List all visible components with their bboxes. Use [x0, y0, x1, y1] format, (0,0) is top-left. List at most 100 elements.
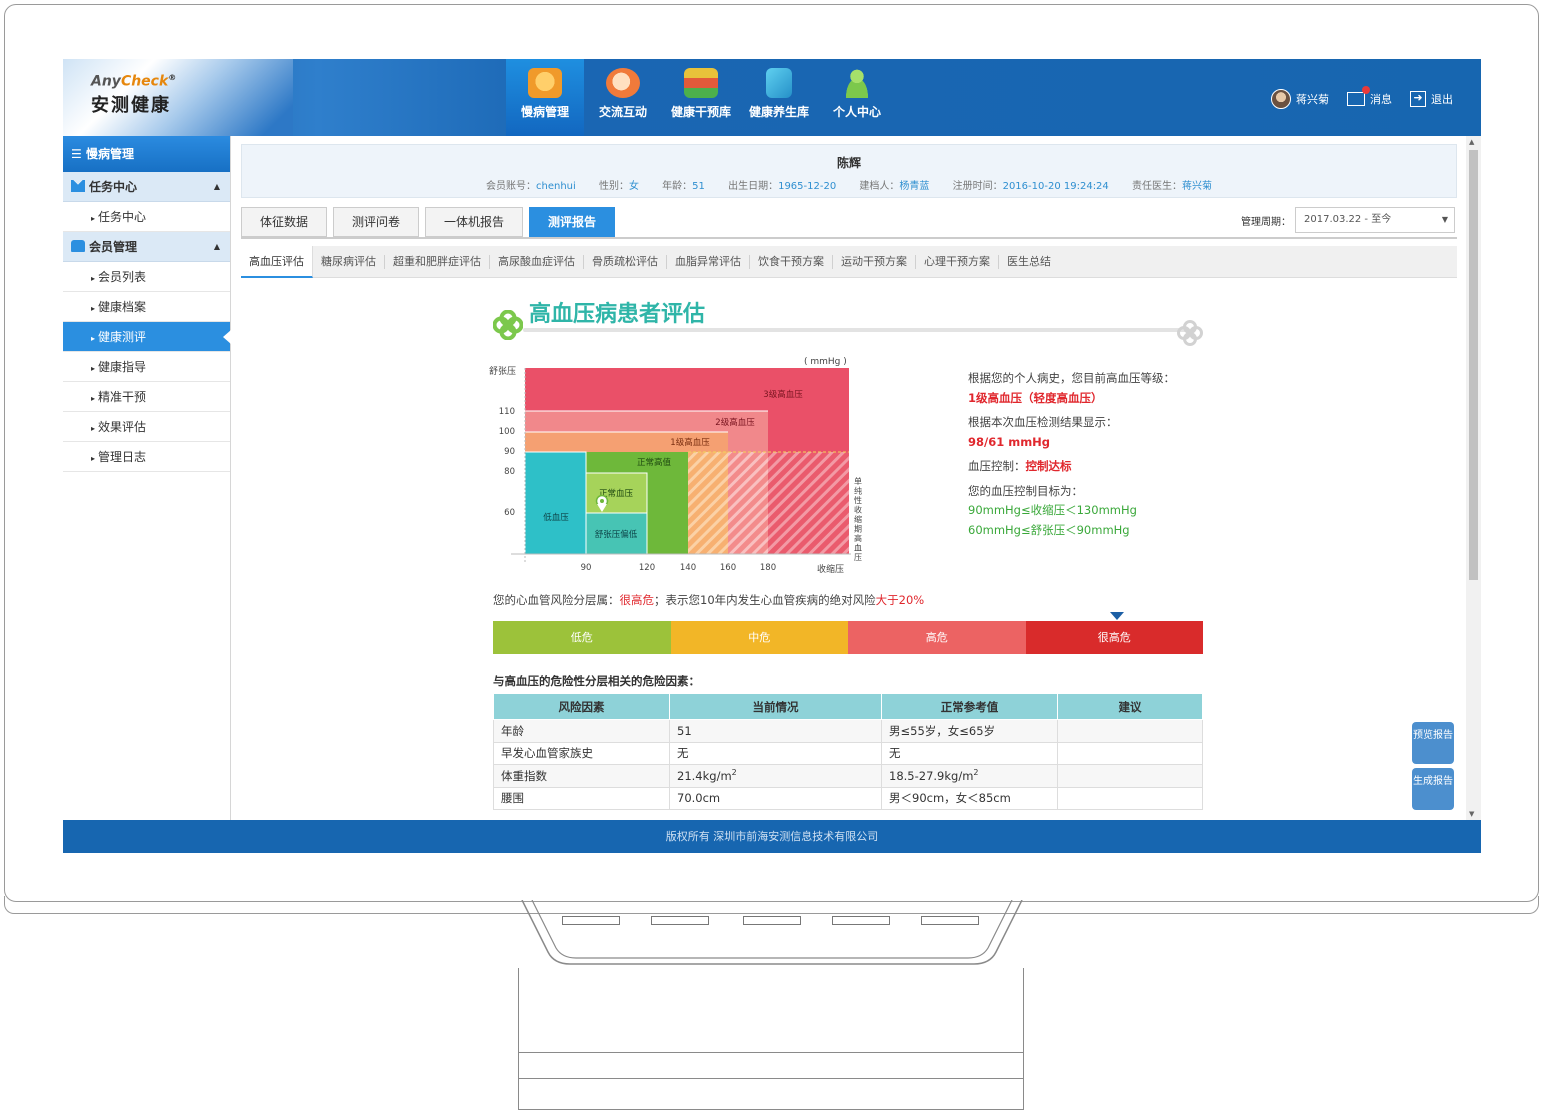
subtab-doctor-summary[interactable]: 医生总结	[999, 255, 1059, 269]
tab-questionnaire[interactable]: 测评问卷	[333, 207, 420, 237]
member-details: 会员账号：chenhui 性别：女 年龄：51 出生日期：1965-12-20 …	[486, 181, 1212, 192]
member-info: 陈辉 会员账号：chenhui 性别：女 年龄：51 出生日期：1965-12-…	[241, 144, 1457, 198]
y-tick-label: 90	[504, 447, 515, 457]
bp-classification-chart: ( mmHg ) 舒张压 收缩压 90 120 140 160 180 110 100 90 80 60…	[489, 352, 879, 582]
tab-kiosk-report[interactable]: 一体机报告	[425, 207, 524, 237]
risk-bar: 低危 中危 高危 很高危	[493, 621, 1203, 654]
period-select[interactable]: 2017.03.22 - 至今 ▼	[1295, 207, 1455, 233]
report-tabs: 体征数据 测评问卷 一体机报告 测评报告	[241, 207, 616, 237]
subtab-diabetes[interactable]: 糖尿病评估	[313, 254, 385, 269]
zone-isolated-systolic-3	[768, 452, 849, 554]
scroll-down-icon[interactable]: ▼	[1469, 810, 1474, 818]
sidebar-title[interactable]: ☰ 慢病管理	[63, 136, 230, 172]
bezel-slot	[651, 916, 709, 925]
bezel-slot	[743, 916, 801, 925]
zone-isolated-systolic-1	[688, 452, 728, 554]
risk-medium: 中危	[670, 621, 848, 654]
zone-label-isolated-systolic: 收	[854, 505, 862, 515]
bp-control-status: 控制达标	[1025, 459, 1072, 473]
subtab-psychology-plan[interactable]: 心理干预方案	[916, 254, 999, 269]
zone-label-isolated-systolic: 单	[854, 476, 862, 486]
x-tick-label: 120	[639, 563, 655, 573]
risk-summary: 您的心血管风险分层属：很高危；表示您10年内发生心血管疾病的绝对风险大于20%	[493, 593, 925, 607]
bezel-slot	[832, 916, 890, 925]
hypertension-grade: 1级高血压（轻度高血压）	[968, 390, 1103, 405]
member-name: 陈辉	[836, 156, 861, 170]
nav-chronic-disease[interactable]: 慢病管理	[506, 59, 584, 136]
tab-vital-signs[interactable]: 体征数据	[241, 207, 328, 237]
user-toolbar: 蒋兴菊 消息 ➜ 退出	[1271, 86, 1453, 109]
logo-cn: 安测健康	[91, 95, 171, 116]
table-row: 体重指数 21.4kg/m2 18.5-27.9kg/m2	[493, 764, 1203, 788]
sidebar-item-precise-intervention[interactable]: ▸ 精准干预	[63, 382, 230, 412]
management-period: 管理周期： 2017.03.22 - 至今 ▼	[1241, 207, 1455, 233]
sidebar-item-member-list[interactable]: ▸ 会员列表	[63, 262, 230, 292]
tab-assessment-report[interactable]: 测评报告	[529, 207, 616, 237]
bp-reading: 98/61 mmHg	[968, 434, 1051, 449]
main-content: 陈辉 会员账号：chenhui 性别：女 年龄：51 出生日期：1965-12-…	[239, 144, 1457, 820]
user-profile[interactable]: 蒋兴菊	[1271, 89, 1329, 109]
risk-low: 低危	[493, 621, 671, 654]
books-icon	[684, 68, 718, 98]
assessment-advice: 根据您的个人病史，您目前高血压等级： 1级高血压（轻度高血压） 根据本次血压检测…	[968, 369, 1228, 540]
x-tick-label: 160	[720, 563, 736, 573]
dropdown-arrow-icon: ▼	[1441, 215, 1448, 224]
table-row: 早发心血管家族史 无 无	[493, 741, 1203, 765]
scroll-up-icon[interactable]: ▲	[1469, 138, 1474, 146]
nav-communication[interactable]: 交流互动	[584, 59, 662, 136]
subtab-hypertension[interactable]: 高血压评估	[241, 245, 313, 278]
nav-personal-center[interactable]: 个人中心	[818, 59, 896, 136]
scroll-thumb[interactable]	[1469, 150, 1478, 580]
zone-label-grade1: 1级高血压	[670, 437, 710, 448]
zone-label-isolated-systolic: 期	[854, 525, 862, 534]
chart-xlabel: 收缩压	[817, 563, 844, 575]
sidebar-group-member-management[interactable]: 会员管理 ▲	[63, 232, 230, 262]
sidebar-item-effect-evaluation[interactable]: ▸ 效果评估	[63, 412, 230, 442]
nav-wellness-library[interactable]: 健康养生库	[740, 59, 818, 136]
zone-label-isolated-systolic: 高	[854, 533, 862, 543]
zone-label-hypotension: 低血压	[543, 512, 569, 523]
main-nav: 慢病管理 交流互动 健康干预库 健康养生库 个人中心	[506, 59, 896, 136]
subtab-dyslipidemia[interactable]: 血脂异常评估	[667, 254, 750, 269]
sidebar-item-health-guidance[interactable]: ▸ 健康指导	[63, 352, 230, 382]
sidebar-item-management-log[interactable]: ▸ 管理日志	[63, 442, 230, 472]
risk-high: 高危	[848, 621, 1026, 654]
x-tick-label: 90	[581, 563, 592, 573]
logo[interactable]: AnyCheck® 安测健康	[63, 59, 293, 136]
sidebar: ☰ 慢病管理 任务中心 ▲ ▸ 任务中心 会员管理 ▲ ▸ 会员列表 ▸ 健康档案 ▸ 健康…	[63, 136, 231, 820]
y-tick-label: 110	[499, 407, 515, 417]
subtab-osteoporosis[interactable]: 骨质疏松评估	[584, 254, 667, 269]
monitor-stand-base	[518, 968, 1024, 1110]
zone-hypotension	[524, 451, 587, 555]
scrollbar[interactable]: ▲ ▼	[1466, 136, 1481, 820]
mail-icon	[1347, 86, 1370, 106]
zone-label-isolated-systolic: 性	[854, 495, 862, 505]
table-row: 腰围 70.0cm 男＜90cm，女＜85cm	[493, 786, 1203, 810]
zone-label-normal-high: 正常高值	[637, 457, 672, 468]
sidebar-item-health-records[interactable]: ▸ 健康档案	[63, 292, 230, 322]
collapse-caret-icon[interactable]: ▲	[214, 232, 220, 262]
zone-isolated-systolic-2	[728, 452, 768, 554]
assessment-subtabs: 高血压评估 糖尿病评估 超重和肥胖症评估 高尿酸血症评估 骨质疏松评估 血脂异常…	[241, 245, 1457, 278]
app-screen: AnyCheck® 安测健康 慢病管理 交流互动 健康干预库 健康养生库 个人中…	[63, 59, 1481, 853]
risk-factors-table: 风险因素 当前情况 正常参考值 建议 年龄 51 男≤55岁，女≤65岁 早发心…	[493, 693, 1203, 810]
sidebar-item-health-assessment[interactable]: ▸ 健康测评	[63, 322, 231, 352]
generate-report-button[interactable]: 生成报告	[1412, 768, 1454, 810]
bp-chart-svg: ( mmHg ) 舒张压收缩压 90 120 140 160 180 110 100 90 80 60…	[489, 357, 862, 575]
chart-ylabel: 舒张压	[489, 365, 516, 377]
heart-shield-icon	[528, 68, 562, 98]
collapse-caret-icon[interactable]: ▲	[214, 172, 220, 202]
logout-button[interactable]: ➜ 退出	[1410, 91, 1453, 107]
subtab-hyperuricemia[interactable]: 高尿酸血症评估	[490, 254, 584, 269]
subtab-exercise-plan[interactable]: 运动干预方案	[833, 254, 916, 269]
bezel-slot	[921, 916, 979, 925]
sidebar-item-task-center[interactable]: ▸ 任务中心	[63, 202, 230, 232]
subtab-obesity[interactable]: 超重和肥胖症评估	[385, 254, 490, 269]
preview-report-button[interactable]: 预览报告	[1412, 722, 1454, 764]
clover-icon	[493, 310, 523, 340]
nav-intervention-library[interactable]: 健康干预库	[662, 59, 740, 136]
subtab-diet-plan[interactable]: 饮食干预方案	[750, 254, 833, 269]
sidebar-group-task-center[interactable]: 任务中心 ▲	[63, 172, 230, 202]
messages-button[interactable]: 消息	[1347, 86, 1392, 107]
user-icon	[840, 68, 874, 98]
